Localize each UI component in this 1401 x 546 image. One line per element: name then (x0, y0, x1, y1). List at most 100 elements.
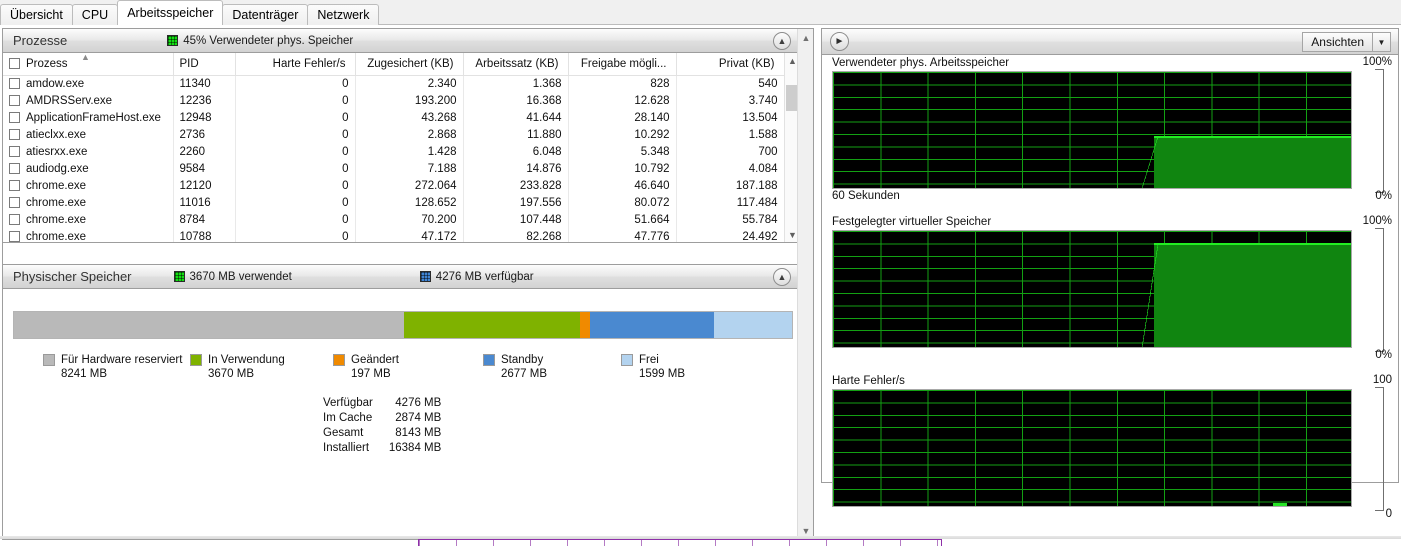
stat-label: Im Cache (323, 412, 373, 424)
physical-memory-title: Physischer Speicher (13, 269, 132, 284)
graph-max-label: 100 (1372, 374, 1392, 386)
process-name: chrome.exe (26, 179, 87, 192)
processes-title: Prozesse (13, 33, 68, 48)
row-checkbox[interactable] (9, 77, 20, 89)
cell-name: amdow.exe (3, 75, 174, 93)
column-header-working[interactable]: Arbeitssatz (KB) (463, 53, 569, 76)
table-row[interactable]: chrome.exe 10788 0 47.172 82.268 47.776 24.492 (3, 228, 785, 243)
tab-strip: Übersicht CPU Arbeitsspeicher Datenträger Ne… (0, 0, 1401, 26)
column-header-faults[interactable]: Harte Fehler/s (235, 53, 356, 76)
row-checkbox[interactable] (9, 213, 20, 225)
graph-series-ramp (1141, 242, 1159, 347)
cell-private: 117.484 (676, 194, 785, 212)
physical-memory-header[interactable]: Physischer Speicher 3670 MB verwendet 42… (3, 265, 799, 289)
stat-label: Gesamt (323, 427, 364, 439)
column-header-share[interactable]: Freigabe mögli... (568, 53, 677, 76)
views-dropdown[interactable]: Ansichten ▼ (1302, 32, 1391, 52)
processes-collapse-button[interactable]: ▲ (773, 32, 791, 50)
graph-title: Harte Fehler/s (832, 375, 905, 387)
left-pane-scrollbar[interactable]: ▲ ▼ (797, 29, 813, 539)
chevron-down-icon[interactable]: ▼ (1373, 33, 1390, 51)
cell-private: 55.784 (676, 211, 785, 229)
cell-share: 46.640 (568, 177, 677, 195)
process-name: audiodg.exe (26, 162, 89, 175)
processes-memory-stat: 45% Verwendeter phys. Speicher (167, 35, 353, 47)
cell-pid: 11016 (173, 194, 236, 212)
row-checkbox[interactable] (9, 162, 20, 174)
process-name: atieclxx.exe (26, 128, 87, 141)
legend-text: Standby 2677 MB (501, 353, 547, 381)
table-row[interactable]: ApplicationFrameHost.exe 12948 0 43.268 41.6… (3, 109, 785, 127)
tab-arbeitsspeicher[interactable]: Arbeitsspeicher (117, 0, 224, 25)
cell-share: 828 (568, 75, 677, 93)
column-header-name[interactable]: ▲ Prozess (3, 53, 174, 76)
cell-name: ApplicationFrameHost.exe (3, 109, 174, 127)
column-header-pid[interactable]: PID (173, 53, 236, 76)
tab-bersicht[interactable]: Übersicht (0, 4, 73, 25)
graph-title: Festgelegter virtueller Speicher (832, 216, 992, 228)
graph-series-area (1154, 135, 1351, 188)
table-row[interactable]: chrome.exe 11016 0 128.652 197.556 80.072 117.… (3, 194, 785, 212)
process-name: chrome.exe (26, 230, 87, 243)
cell-private: 4.084 (676, 160, 785, 178)
tab-list: Übersicht CPU Arbeitsspeicher Datenträger Ne… (0, 0, 380, 25)
legend-item: Geändert 197 MB (333, 353, 399, 381)
column-header-commit[interactable]: Zugesichert (KB) (355, 53, 464, 76)
row-checkbox[interactable] (9, 145, 20, 157)
table-row[interactable]: amdow.exe 11340 0 2.340 1.368 828 540 (3, 75, 785, 93)
legend-value: 8241 MB (61, 368, 108, 380)
memory-segment-in_use (403, 312, 581, 338)
cell-share: 10.792 (568, 160, 677, 178)
graph-footer-row: 0 (832, 507, 1392, 522)
stat-value: 8143 MB (395, 427, 442, 439)
table-row[interactable]: audiodg.exe 9584 0 7.188 14.876 10.792 4.084 (3, 160, 785, 178)
graph-series-line (1154, 135, 1351, 138)
cell-commit: 2.340 (355, 75, 464, 93)
physical-memory-collapse-button[interactable]: ▲ (773, 268, 791, 286)
column-header-private[interactable]: Privat (KB) (676, 53, 785, 76)
row-checkbox[interactable] (9, 111, 20, 123)
table-row[interactable]: chrome.exe 12120 0 272.064 233.828 46.640 187.… (3, 177, 785, 195)
graph-2: Harte Fehler/s 100 0 (832, 374, 1392, 522)
cell-name: audiodg.exe (3, 160, 174, 178)
table-row[interactable]: AMDRSServ.exe 12236 0 193.200 16.368 12.628 3.… (3, 92, 785, 110)
legend-value: 3670 MB (208, 368, 255, 380)
cell-pid: 10788 (173, 228, 236, 242)
graph-horizontal-gridlines (833, 390, 1351, 506)
cell-private: 187.188 (676, 177, 785, 195)
cell-faults: 0 (235, 109, 356, 127)
row-checkbox[interactable] (9, 94, 20, 106)
chevron-right-circle-icon[interactable]: ► (830, 32, 849, 51)
green-swatch-icon (167, 35, 179, 46)
row-checkbox[interactable] (9, 230, 20, 242)
pane-scroll-up-icon[interactable]: ▲ (798, 29, 814, 46)
graph-timescale-label: 60 Sekunden (832, 190, 900, 202)
processes-header[interactable]: Prozesse 45% Verwendeter phys. Speicher … (3, 29, 799, 53)
graph-1: Festgelegter virtueller Speicher 100% 0% (832, 215, 1392, 363)
legend-item: In Verwendung 3670 MB (190, 353, 285, 381)
row-checkbox[interactable] (9, 196, 20, 208)
cell-working: 233.828 (463, 177, 569, 195)
cell-commit: 2.868 (355, 126, 464, 144)
cell-faults: 0 (235, 228, 356, 242)
row-checkbox[interactable] (9, 179, 20, 191)
tab-netzwerk[interactable]: Netzwerk (307, 4, 380, 25)
select-all-checkbox[interactable] (9, 57, 20, 69)
cell-commit: 7.188 (355, 160, 464, 178)
sort-ascending-icon: ▲ (80, 53, 90, 62)
tab-datentrger[interactable]: Datenträger (222, 4, 309, 25)
table-row[interactable]: chrome.exe 8784 0 70.200 107.448 51.664 55.784 (3, 211, 785, 229)
graph-min-label: 0% (1375, 190, 1392, 202)
row-checkbox[interactable] (9, 128, 20, 140)
process-table-body: amdow.exe 11340 0 2.340 1.368 828 540 AMDRSServ… (3, 75, 785, 243)
graph-plot-area (832, 71, 1352, 189)
graph-title-row: Festgelegter virtueller Speicher (832, 215, 1352, 230)
table-row[interactable]: atiesrxx.exe 2260 0 1.428 6.048 5.348 700 (3, 143, 785, 161)
process-name: ApplicationFrameHost.exe (26, 111, 161, 124)
stat-value: 4276 MB (395, 397, 442, 409)
table-row[interactable]: atieclxx.exe 2736 0 2.868 11.880 10.292 1.588 (3, 126, 785, 144)
cell-pid: 2260 (173, 143, 236, 161)
cell-name: chrome.exe (3, 194, 174, 212)
graph-axis-bracket (1375, 228, 1384, 352)
tab-cpu[interactable]: CPU (71, 4, 119, 25)
